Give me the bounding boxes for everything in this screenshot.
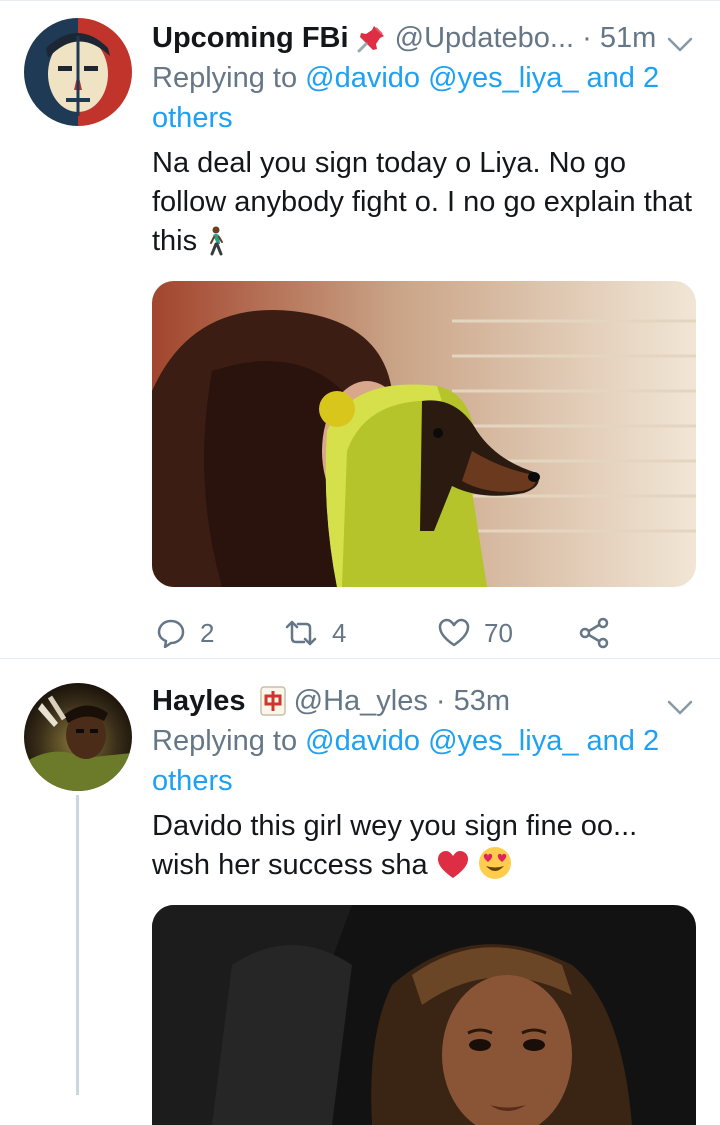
tweet-text: Davido this girl wey you sign fine oo...… xyxy=(152,807,696,891)
avatar[interactable] xyxy=(24,18,132,126)
tweet-media-photo[interactable] xyxy=(152,281,696,587)
share-icon xyxy=(578,617,610,649)
like-button[interactable]: 70 xyxy=(438,613,513,653)
chevron-down-icon[interactable] xyxy=(666,689,694,715)
retweet-count: 4 xyxy=(332,617,347,648)
thread-line xyxy=(76,795,79,1095)
retweet-icon xyxy=(284,618,318,648)
mahjong-tile-icon xyxy=(259,686,286,727)
tweet-2[interactable]: Hayles @Ha_yles · 53m Replying to @david… xyxy=(0,659,720,1125)
tweet-header: Upcoming FBi @Updatebo... · 51m xyxy=(152,18,696,58)
timestamp[interactable]: 53m xyxy=(454,685,510,717)
person-walking-icon xyxy=(205,226,227,267)
reply-count: 2 xyxy=(200,617,215,648)
tweet-actions: 2 4 70 xyxy=(152,613,696,653)
red-heart-icon xyxy=(436,850,470,891)
reply-button[interactable]: 2 xyxy=(156,613,214,653)
tweet-header: Hayles @Ha_yles · 53m xyxy=(152,681,696,721)
tweet-text: Na deal you sign today o Liya. No go fol… xyxy=(152,144,696,267)
replying-to-label: Replying to xyxy=(152,725,298,757)
replying-to: Replying to @davido @yes_liya_ and 2 oth… xyxy=(152,721,696,801)
user-handle[interactable]: @Ha_yles xyxy=(294,685,428,717)
tweet-1[interactable]: Upcoming FBi @Updatebo... · 51m Replying… xyxy=(0,0,720,658)
tweet-media-photo[interactable] xyxy=(152,905,696,1125)
display-name[interactable]: Upcoming FBi xyxy=(152,22,349,54)
reply-icon xyxy=(156,618,186,648)
replying-to-label: Replying to xyxy=(152,62,298,94)
separator: · xyxy=(582,22,592,54)
chevron-down-icon[interactable] xyxy=(666,26,694,52)
heart-icon xyxy=(438,618,470,648)
replying-to: Replying to @davido @yes_liya_ and 2 oth… xyxy=(152,58,696,138)
timestamp[interactable]: 51m xyxy=(600,22,656,54)
like-count: 70 xyxy=(484,617,513,648)
tweet-text-content: Davido this girl wey you sign fine oo...… xyxy=(152,810,638,881)
pushpin-icon xyxy=(357,23,387,64)
share-button[interactable] xyxy=(578,613,610,653)
user-handle[interactable]: @Updatebo... xyxy=(395,22,574,54)
display-name[interactable]: Hayles xyxy=(152,685,246,717)
avatar[interactable] xyxy=(24,683,132,791)
retweet-button[interactable]: 4 xyxy=(284,613,346,653)
tweet-text-content: Na deal you sign today o Liya. No go fol… xyxy=(152,147,693,257)
separator: · xyxy=(435,685,446,717)
heart-eyes-icon xyxy=(478,846,512,891)
